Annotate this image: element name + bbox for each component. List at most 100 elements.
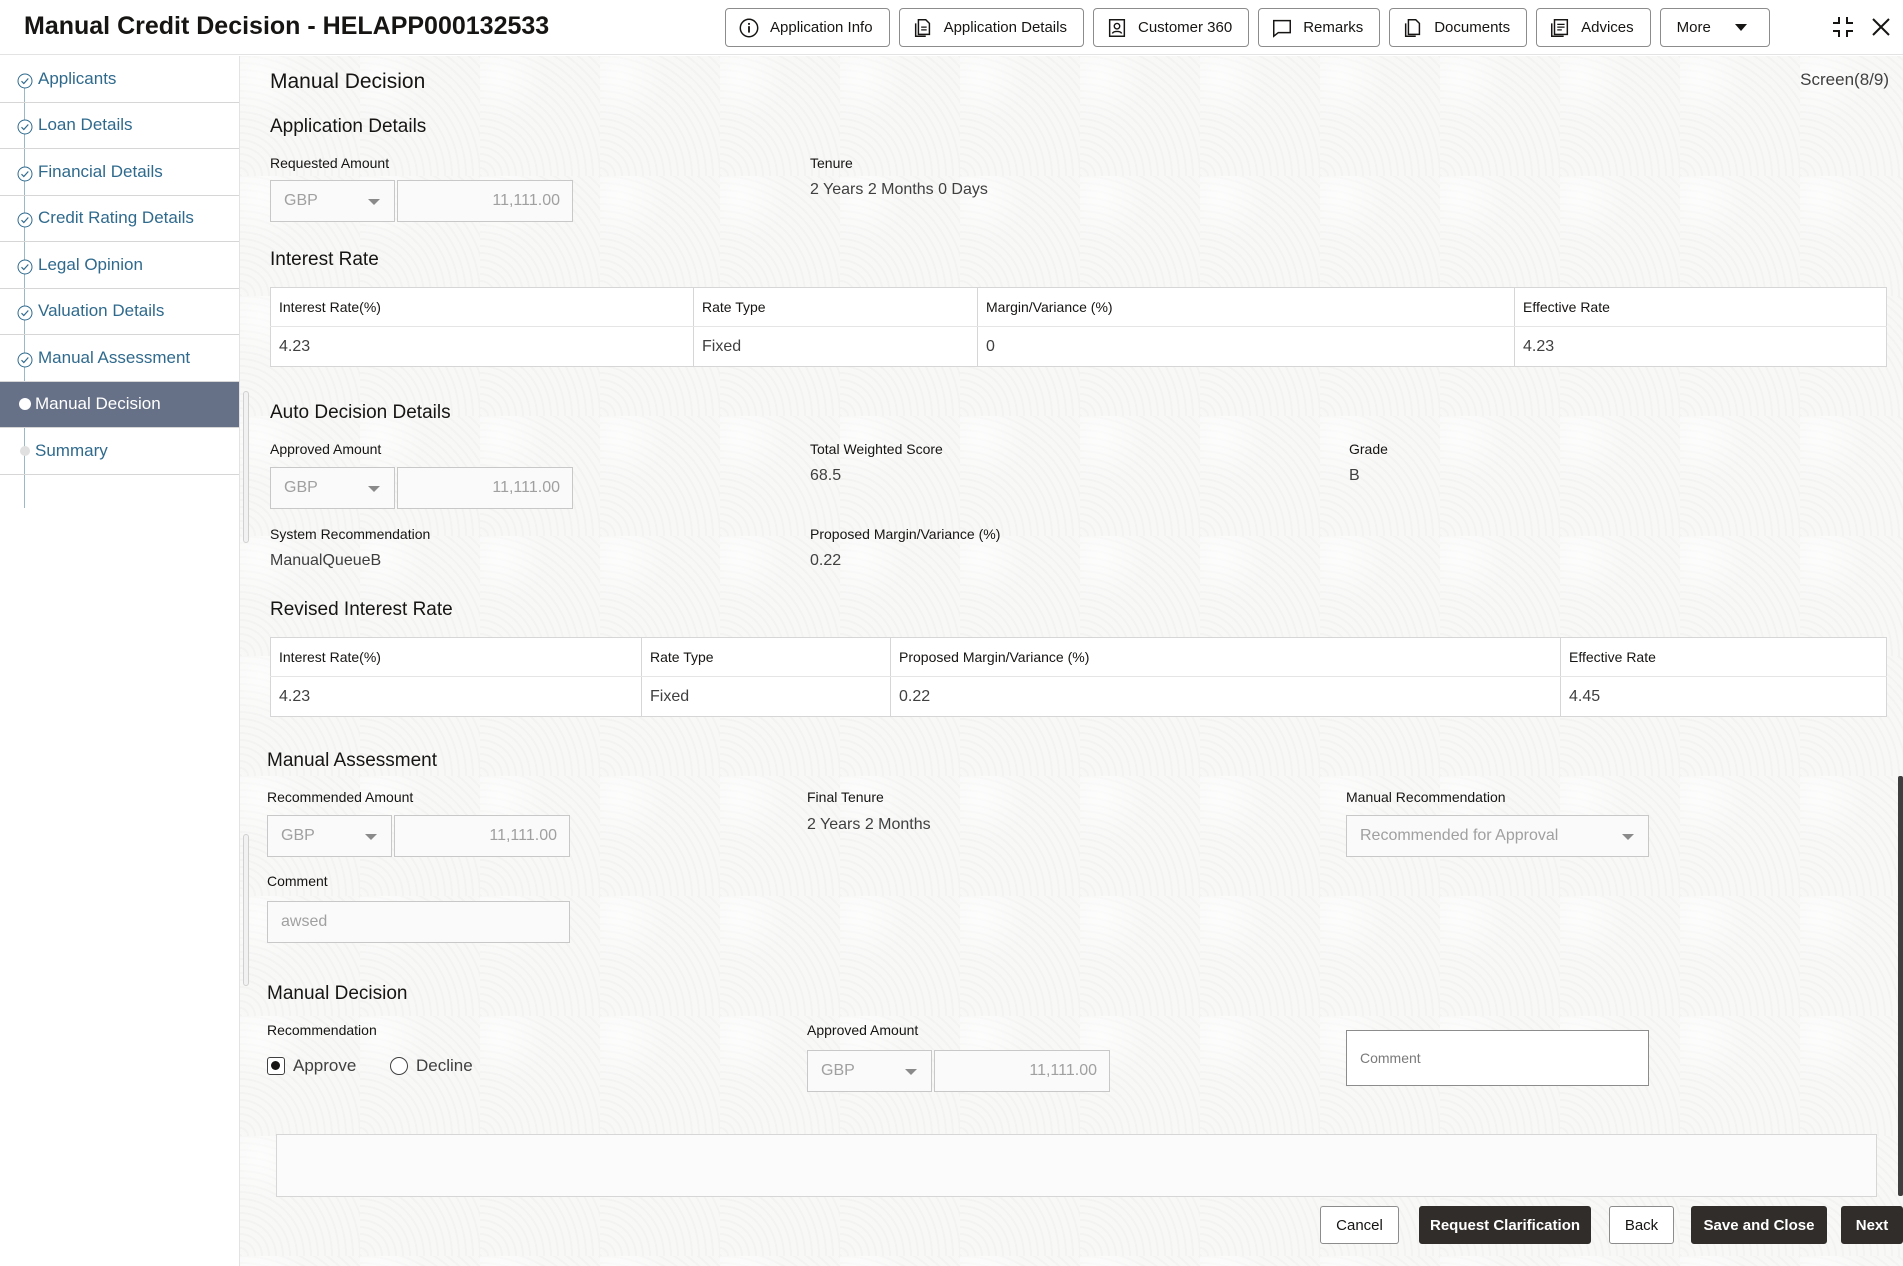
save-and-close-button[interactable]: Save and Close xyxy=(1691,1206,1827,1244)
documents-icon xyxy=(1405,18,1421,37)
advices-label: Advices xyxy=(1581,19,1634,36)
manual-recommendation-select[interactable]: Recommended for Approval xyxy=(1346,815,1649,857)
section-title-manual-decision-page: Manual Decision xyxy=(270,70,426,93)
auto-approved-amount-input[interactable]: 11,111.00 xyxy=(397,467,573,509)
approved-amount-label: Approved Amount xyxy=(270,441,382,457)
decision-comment-field[interactable]: Comment xyxy=(1346,1030,1649,1086)
section-title-manual-decision: Manual Decision xyxy=(267,983,408,1004)
sidebar-item-summary[interactable]: Summary xyxy=(0,428,239,475)
text-area-panel[interactable] xyxy=(276,1134,1877,1197)
manual-recommendation-value: Recommended for Approval xyxy=(1360,827,1559,844)
interest-rate-table: Interest Rate(%) Rate Type Margin/Varian… xyxy=(270,287,1887,367)
sidebar-item-applicants[interactable]: Applicants xyxy=(0,56,239,103)
customer-360-button[interactable]: Customer 360 xyxy=(1092,8,1250,47)
caret-down-icon xyxy=(1734,24,1747,31)
requested-amount-input[interactable]: 11,111.00 xyxy=(397,180,573,222)
request-clarification-button[interactable]: Request Clarification xyxy=(1419,1206,1591,1244)
application-info-button[interactable]: Application Info xyxy=(725,8,890,47)
currency-value: GBP xyxy=(284,479,318,496)
scrollbar-thumb[interactable] xyxy=(1898,776,1903,1196)
table-row: 4.23 Fixed 0 4.23 xyxy=(270,326,1887,367)
radio-unchecked-icon xyxy=(390,1057,408,1075)
table-cell: 0 xyxy=(977,326,1515,367)
currency-value: GBP xyxy=(821,1062,855,1079)
column-header: Effective Rate xyxy=(1514,287,1887,327)
sidebar-item-manual-assessment[interactable]: Manual Assessment xyxy=(0,335,239,382)
section-title-revised-interest-rate: Revised Interest Rate xyxy=(270,599,453,620)
tenure-label: Tenure xyxy=(810,155,853,171)
system-recommendation-label: System Recommendation xyxy=(270,526,431,542)
chevron-down-icon xyxy=(368,199,380,205)
sidebar-item-label: Manual Decision xyxy=(35,394,161,414)
column-header: Interest Rate(%) xyxy=(270,637,642,677)
advices-button[interactable]: Advices xyxy=(1536,8,1651,47)
scrollbar-thumb[interactable] xyxy=(243,834,249,986)
table-cell: Fixed xyxy=(693,326,978,367)
auto-approved-currency-select[interactable]: GBP xyxy=(270,467,395,509)
remarks-label: Remarks xyxy=(1303,19,1364,36)
manual-recommendation-label: Manual Recommendation xyxy=(1346,789,1506,805)
sidebar-item-label: Financial Details xyxy=(38,161,163,181)
recommended-amount-input[interactable]: 11,111.00 xyxy=(394,815,570,857)
sidebar-item-legal-opinion[interactable]: Legal Opinion xyxy=(0,242,239,289)
tenure-value: 2 Years 2 Months 0 Days xyxy=(810,181,988,198)
decline-label: Decline xyxy=(416,1056,473,1075)
check-circle-icon xyxy=(17,166,33,182)
comment-label: Comment xyxy=(267,873,328,889)
sidebar-item-credit-rating-details[interactable]: Credit Rating Details xyxy=(0,196,239,242)
advices-icon xyxy=(1551,18,1569,37)
more-menu-button[interactable]: More xyxy=(1659,8,1770,47)
collapse-icon[interactable] xyxy=(1830,14,1856,40)
back-button[interactable]: Back xyxy=(1609,1206,1674,1244)
table-cell: 4.23 xyxy=(1514,326,1887,367)
approve-radio[interactable]: Approve xyxy=(267,1056,356,1076)
decision-approved-amount-input[interactable]: 11,111.00 xyxy=(934,1050,1110,1092)
recommended-amount-label: Recommended Amount xyxy=(267,789,414,805)
next-button[interactable]: Next xyxy=(1841,1206,1903,1244)
final-tenure-label: Final Tenure xyxy=(807,789,884,805)
remarks-button[interactable]: Remarks xyxy=(1258,8,1381,47)
toolbar: Application Info Application Details Cus… xyxy=(725,8,1770,47)
column-header: Proposed Margin/Variance (%) xyxy=(890,637,1561,677)
sidebar-item-loan-details[interactable]: Loan Details xyxy=(0,103,239,149)
assessment-comment-field[interactable]: awsed xyxy=(267,901,570,943)
column-header: Rate Type xyxy=(693,287,978,327)
sidebar-item-label: Legal Opinion xyxy=(38,254,143,274)
document-copy-icon xyxy=(914,18,930,37)
cancel-button[interactable]: Cancel xyxy=(1320,1206,1399,1244)
sidebar: Applicants Loan Details Financial Detail… xyxy=(0,56,240,1266)
table-header-row: Interest Rate(%) Rate Type Proposed Marg… xyxy=(270,637,1887,677)
application-details-label: Application Details xyxy=(943,19,1067,36)
check-circle-icon xyxy=(17,119,33,135)
documents-button[interactable]: Documents xyxy=(1389,8,1528,47)
currency-value: GBP xyxy=(281,827,315,844)
screen-indicator: Screen(8/9) xyxy=(1800,70,1889,89)
table-row: 4.23 Fixed 0.22 4.45 xyxy=(270,676,1887,717)
section-title-application-details: Application Details xyxy=(270,116,427,137)
check-circle-icon xyxy=(17,212,33,228)
grade-label: Grade xyxy=(1349,441,1388,457)
scrollbar-thumb[interactable] xyxy=(243,391,249,543)
requested-amount-currency-select[interactable]: GBP xyxy=(270,180,395,222)
application-details-button[interactable]: Application Details xyxy=(898,8,1084,47)
decision-currency-select[interactable]: GBP xyxy=(807,1050,932,1092)
close-icon[interactable] xyxy=(1868,14,1894,40)
customer-360-label: Customer 360 xyxy=(1137,19,1233,36)
column-header: Margin/Variance (%) xyxy=(977,287,1515,327)
application-info-label: Application Info xyxy=(770,19,873,36)
recommended-amount-currency-select[interactable]: GBP xyxy=(267,815,392,857)
column-header: Effective Rate xyxy=(1560,637,1887,677)
sidebar-item-manual-decision[interactable]: Manual Decision xyxy=(0,381,239,428)
table-cell: 4.23 xyxy=(270,326,694,367)
table-cell: 4.23 xyxy=(270,676,642,717)
sidebar-item-financial-details[interactable]: Financial Details xyxy=(0,149,239,196)
requested-amount-label: Requested Amount xyxy=(270,155,390,171)
decline-radio[interactable]: Decline xyxy=(390,1056,473,1076)
section-title-auto-decision-details: Auto Decision Details xyxy=(270,402,451,423)
total-weighted-score-value: 68.5 xyxy=(810,467,842,484)
sidebar-item-label: Applicants xyxy=(38,68,117,88)
chevron-down-icon xyxy=(365,834,377,840)
chevron-down-icon xyxy=(905,1069,917,1075)
column-header: Rate Type xyxy=(641,637,891,677)
sidebar-item-valuation-details[interactable]: Valuation Details xyxy=(0,289,239,335)
